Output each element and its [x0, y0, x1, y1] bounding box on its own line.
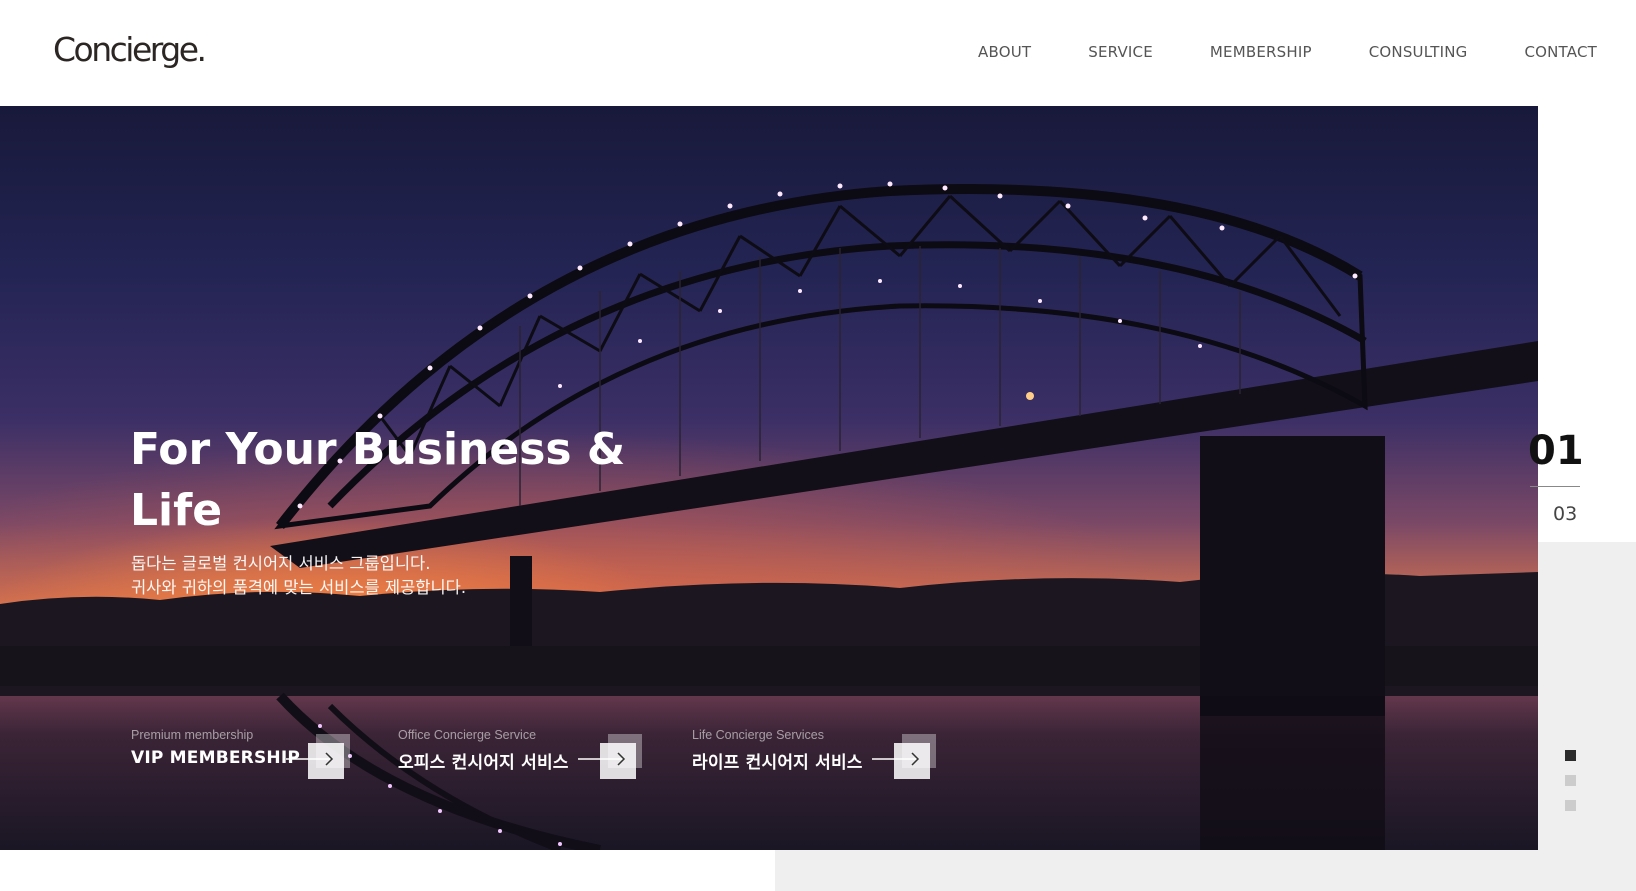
slide-counter-divider [1530, 486, 1580, 487]
service-caption: Life Concierge Services [692, 728, 825, 742]
service-title: 라이프 컨시어지 서비스 [692, 753, 863, 773]
arrow-right-icon [872, 752, 920, 766]
arrow-right-icon [578, 752, 626, 766]
pagination-dot-1[interactable] [1565, 750, 1576, 761]
side-panel-background [1538, 542, 1636, 891]
service-title: VIP MEMBERSHIP [131, 748, 301, 768]
nav-membership[interactable]: MEMBERSHIP [1210, 43, 1312, 61]
pagination-dot-2[interactable] [1565, 775, 1576, 786]
main-nav: ABOUT SERVICE MEMBERSHIP CONSULTING CONT… [921, 43, 1597, 61]
arrow-button[interactable] [286, 734, 350, 779]
bottom-panel-background [775, 850, 1636, 891]
arrow-button[interactable] [872, 734, 936, 779]
slide-counter-current: 01 [1528, 428, 1584, 474]
slide-counter-total: 03 [1553, 503, 1578, 525]
nav-consulting[interactable]: CONSULTING [1369, 43, 1468, 61]
hero-slide: For Your Business & Life 돕다는 글로벌 컨시어지 서비… [0, 106, 1538, 850]
arrow-right-icon [286, 752, 334, 766]
service-caption: Premium membership [131, 728, 254, 742]
service-caption: Office Concierge Service [398, 728, 537, 742]
pagination-dot-3[interactable] [1565, 800, 1576, 811]
hero-title: For Your Business & Life [130, 424, 626, 537]
service-link-office-concierge[interactable]: Office Concierge Service 오피스 컨시어지 서비스 [398, 728, 642, 779]
nav-service[interactable]: SERVICE [1088, 43, 1153, 61]
arrow-button[interactable] [578, 734, 642, 779]
hero-subtitle: 돕다는 글로벌 컨시어지 서비스 그룹입니다. 귀사와 귀하의 품격에 맞는 서… [131, 552, 466, 600]
service-link-life-concierge[interactable]: Life Concierge Services 라이프 컨시어지 서비스 [692, 728, 936, 779]
hero-subtitle-line-1: 돕다는 글로벌 컨시어지 서비스 그룹입니다. [131, 554, 431, 573]
service-link-vip-membership[interactable]: Premium membership VIP MEMBERSHIP [131, 728, 350, 779]
nav-about[interactable]: ABOUT [978, 43, 1031, 61]
hero-subtitle-line-2: 귀사와 귀하의 품격에 맞는 서비스를 제공합니다. [131, 578, 467, 597]
service-title: 오피스 컨시어지 서비스 [398, 753, 569, 773]
logo[interactable]: Concierge. [53, 30, 207, 69]
nav-contact[interactable]: CONTACT [1524, 43, 1597, 61]
